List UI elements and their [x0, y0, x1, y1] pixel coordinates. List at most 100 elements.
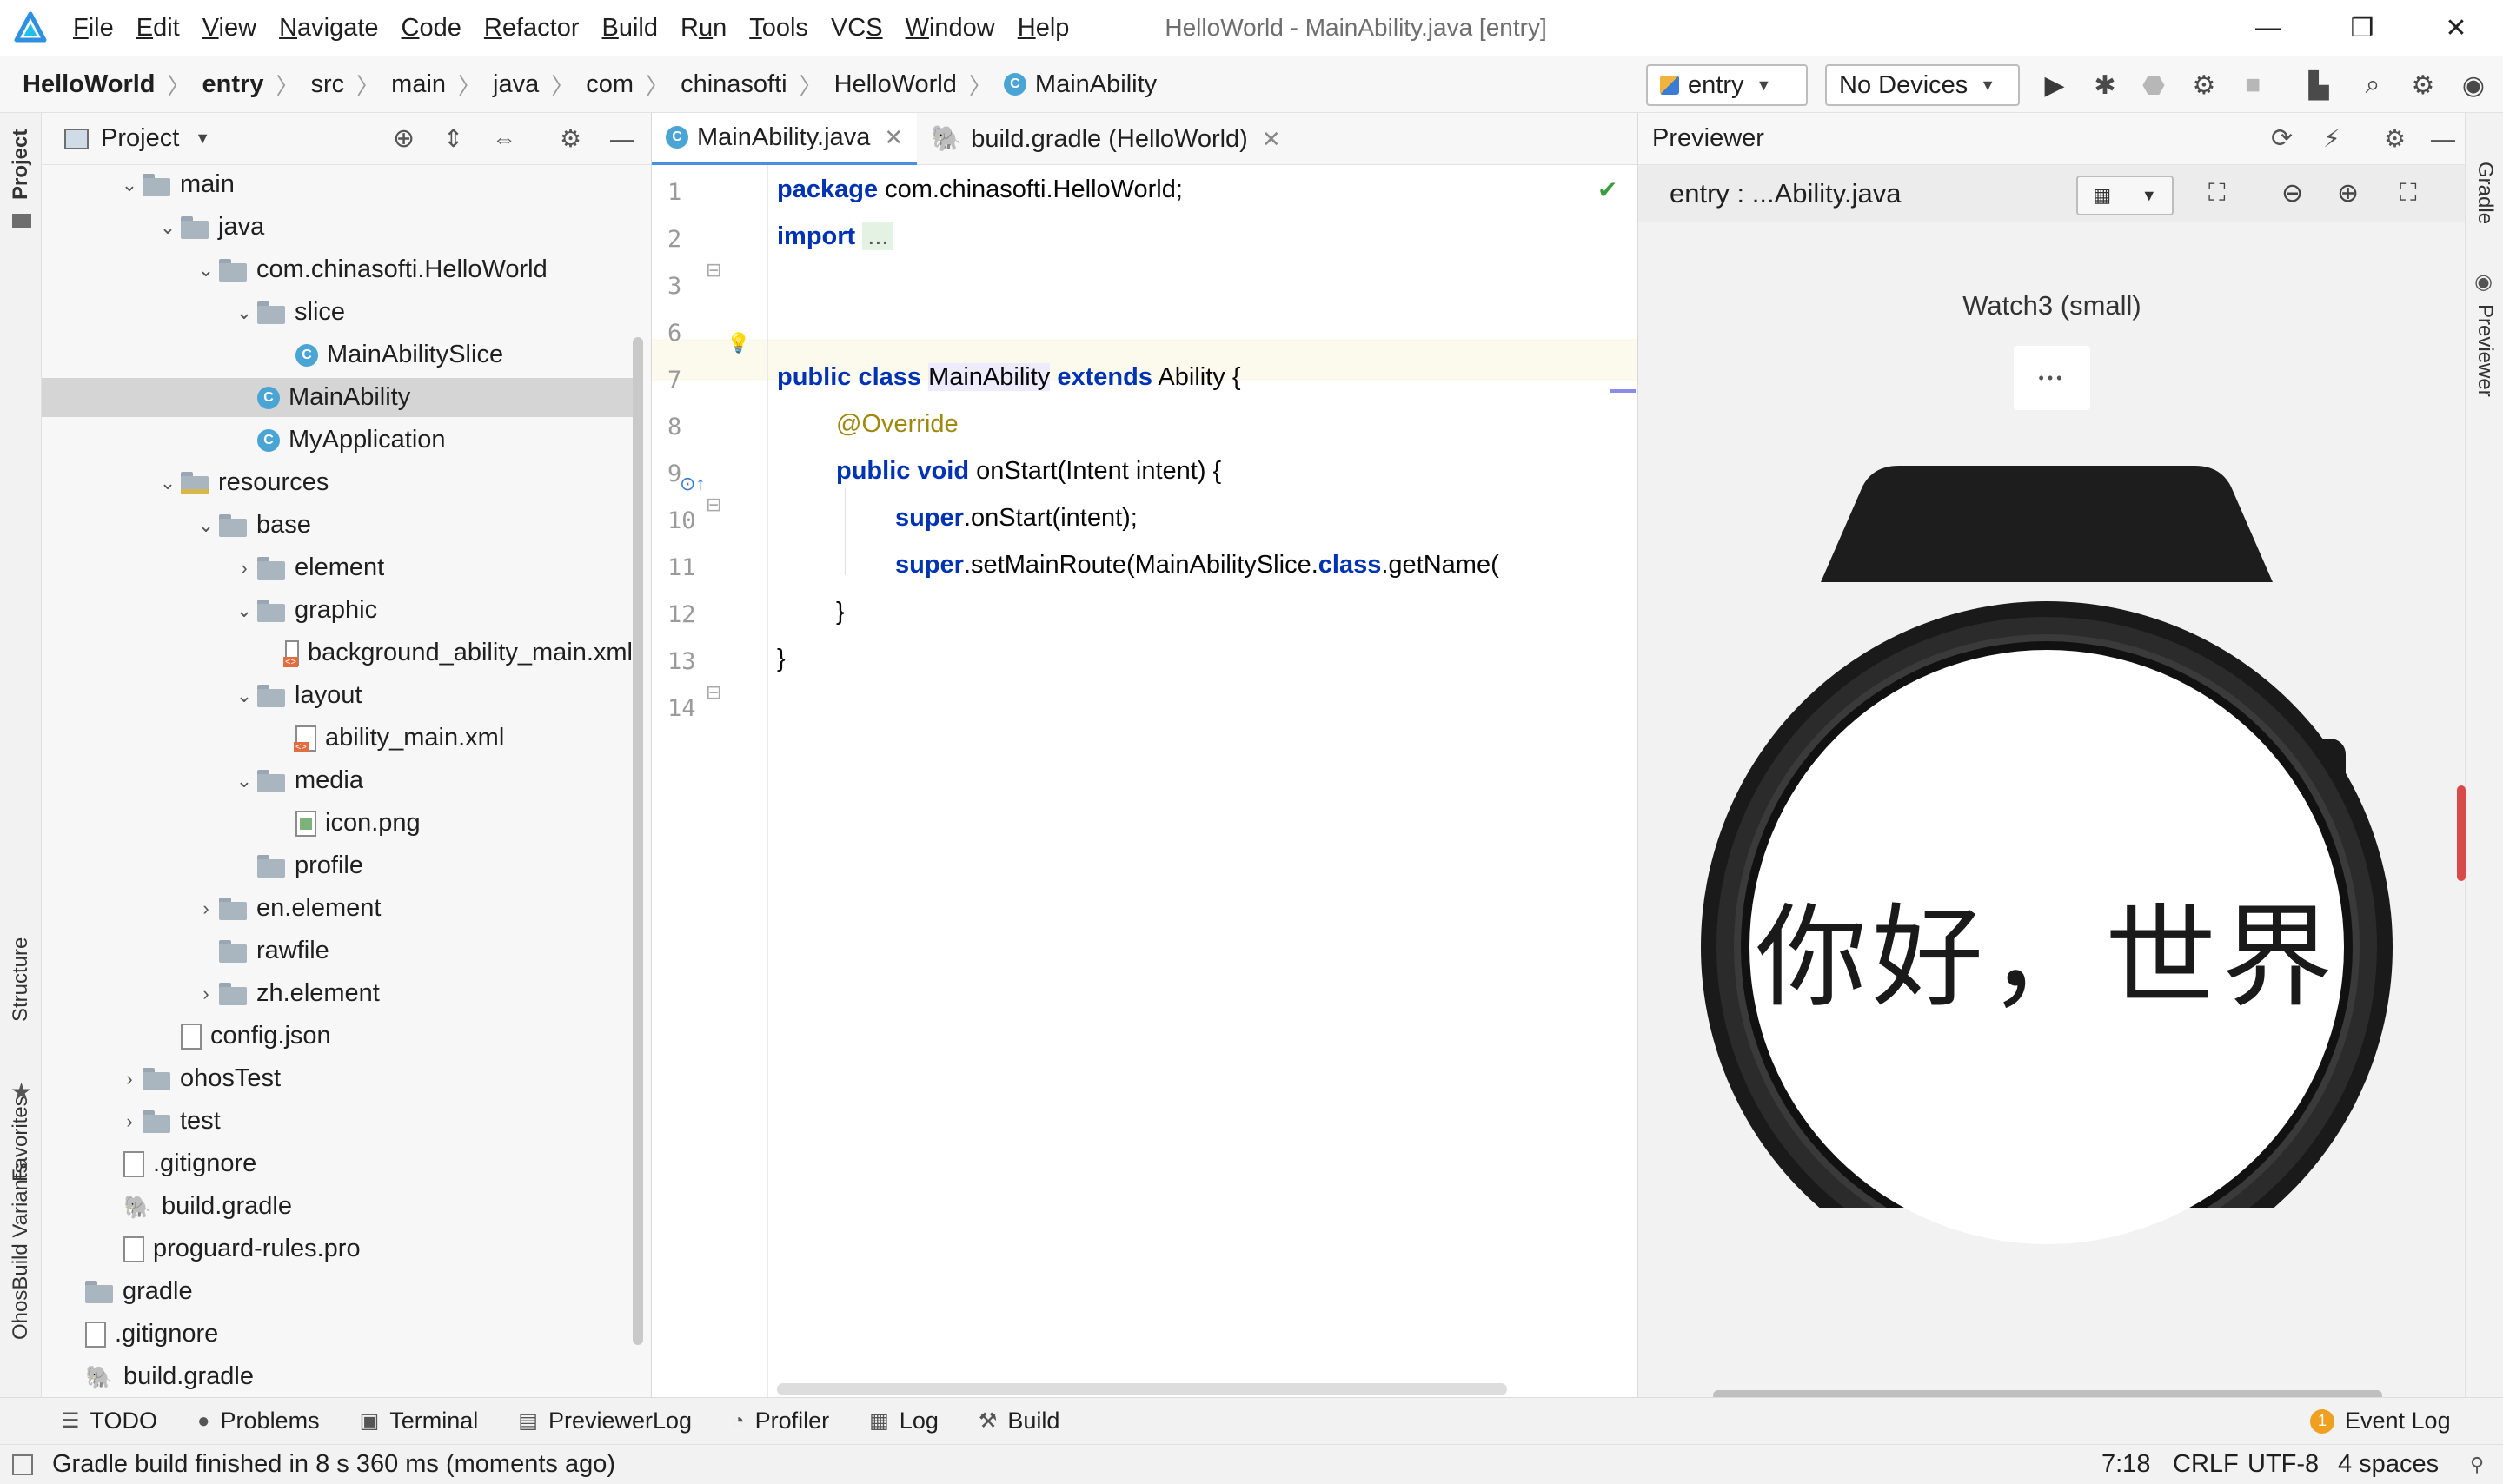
menu-item[interactable]: Tools	[749, 14, 808, 43]
project-structure-icon[interactable]: ▙	[2303, 70, 2334, 101]
tree-item[interactable]: ability_main.xml	[42, 719, 633, 758]
zoom-in-icon[interactable]: ⊕	[2337, 178, 2359, 209]
indent-setting[interactable]: 4 spaces	[2338, 1450, 2439, 1479]
bulb-icon[interactable]: 💡	[727, 332, 750, 354]
minimize-button[interactable]: —	[2221, 0, 2315, 56]
tool-window-tab[interactable]: ● Problems	[197, 1408, 320, 1434]
menu-item[interactable]: Code	[402, 14, 461, 43]
settings-icon[interactable]: ⚙	[2407, 70, 2439, 101]
status-message[interactable]: Gradle build finished in 8 s 360 ms (mom…	[52, 1450, 615, 1479]
breadcrumb-item[interactable]: com	[586, 70, 634, 99]
tree-item[interactable]: ⌄ main	[42, 165, 633, 204]
lock-icon[interactable]: ⚲	[2470, 1454, 2484, 1476]
override-icon[interactable]: ⊙↑	[680, 473, 705, 495]
device-combo[interactable]: No Devices ▼	[1825, 64, 2020, 106]
close-tab-icon[interactable]: ✕	[1262, 126, 1281, 153]
previewer-stripe-tab[interactable]: Previewer	[2473, 304, 2497, 397]
chevron-down-icon[interactable]: ⌄	[231, 600, 257, 622]
chevron-down-icon[interactable]: ⌄	[193, 259, 219, 282]
expand-all-icon[interactable]: ⇕	[443, 124, 463, 153]
chevron-down-icon[interactable]: ▼	[195, 129, 210, 148]
rotate-icon[interactable]: ⛶	[2208, 179, 2226, 208]
status-toggle-icon[interactable]	[12, 1454, 33, 1475]
module-combo[interactable]: entry ▼	[1646, 64, 1808, 106]
chevron-down-icon[interactable]: ⌄	[231, 301, 257, 324]
layout-mode-combo[interactable]: ▦ ▼	[2076, 176, 2174, 215]
menu-item[interactable]: Navigate	[279, 14, 378, 43]
tree-item[interactable]: proguard-rules.pro	[42, 1229, 633, 1269]
gradle-stripe-tab[interactable]: Gradle	[2473, 162, 2497, 224]
chevron-right-icon[interactable]: ›	[116, 1068, 143, 1090]
fold-icon[interactable]: ⊟	[706, 681, 721, 704]
line-separator[interactable]: CRLF	[2173, 1450, 2239, 1479]
tree-item[interactable]: ⌄ media	[42, 761, 633, 800]
debug-icon[interactable]: ✱	[2089, 70, 2121, 101]
breadcrumb-item[interactable]: C MainAbility	[1003, 70, 1157, 99]
tree-item[interactable]: background_ability_main.xml	[42, 633, 633, 672]
chevron-down-icon[interactable]: ⌄	[116, 174, 143, 196]
tree-item[interactable]: config.json	[42, 1017, 633, 1056]
previewer-scrollbar-v[interactable]	[2457, 785, 2466, 881]
breadcrumb-item[interactable]: HelloWorld	[23, 70, 156, 99]
plugin-icon[interactable]: ⚡	[2323, 124, 2340, 153]
tool-window-tab[interactable]: ⚒ Build	[979, 1408, 1060, 1434]
tool-window-tab[interactable]: ◔ Profiler	[732, 1408, 829, 1434]
breadcrumb-item[interactable]: main	[391, 70, 446, 99]
previewer-profile[interactable]: entry : ...Ability.java	[1670, 178, 1901, 209]
tree-item[interactable]: C MyApplication	[42, 421, 633, 460]
event-log-button[interactable]: 1 Event Log	[2310, 1408, 2451, 1434]
tree-item[interactable]: .gitignore	[42, 1144, 633, 1183]
menu-item[interactable]: Run	[681, 14, 727, 43]
horizontal-scrollbar[interactable]	[777, 1383, 1507, 1395]
menu-item[interactable]: File	[73, 14, 114, 43]
tool-window-tab[interactable]: ▤ PreviewerLog	[518, 1408, 692, 1434]
tree-item[interactable]: 🐘 build.gradle	[42, 1357, 633, 1396]
chevron-right-icon[interactable]: ›	[193, 898, 219, 920]
chevron-down-icon[interactable]: ⌄	[155, 216, 181, 239]
tree-item[interactable]: ⌄ layout	[42, 676, 633, 715]
tree-item[interactable]: › en.element	[42, 889, 633, 928]
ohos-build-variants-stripe-tab[interactable]: OhosBuild Variants	[9, 1163, 33, 1340]
search-icon[interactable]: ⌕	[2357, 70, 2388, 101]
restore-button[interactable]: ❐	[2315, 0, 2409, 56]
tree-item[interactable]: › test	[42, 1102, 633, 1141]
chevron-down-icon[interactable]: ⌄	[231, 685, 257, 707]
tab-mainability-java[interactable]: C MainAbility.java ✕	[652, 113, 918, 165]
fold-icon[interactable]: ⊟	[706, 494, 721, 516]
file-encoding[interactable]: UTF-8	[2247, 1450, 2319, 1479]
chevron-right-icon[interactable]: ›	[193, 983, 219, 1005]
project-panel-title[interactable]: Project	[101, 124, 179, 153]
menu-item[interactable]: Help	[1018, 14, 1070, 43]
breadcrumb-item[interactable]: entry	[202, 70, 264, 99]
chevron-right-icon[interactable]: ›	[231, 557, 257, 580]
tool-window-tab[interactable]: ☰ TODO	[61, 1408, 157, 1434]
tree-item[interactable]: C MainAbility	[42, 378, 633, 417]
tree-item[interactable]: ⌄ resources	[42, 463, 633, 502]
tree-item[interactable]: .gitignore	[42, 1315, 633, 1354]
settings-icon[interactable]: ⚙	[2384, 124, 2406, 153]
run-icon[interactable]: ▶	[2039, 70, 2070, 101]
tree-item[interactable]: ⌄ base	[42, 506, 633, 545]
menu-item[interactable]: Build	[602, 14, 659, 43]
structure-stripe-tab[interactable]: Structure	[9, 937, 33, 1022]
tree-item[interactable]: ⌄ slice	[42, 293, 633, 332]
hide-panel-icon[interactable]: —	[2431, 125, 2455, 153]
menu-item[interactable]: Refactor	[484, 14, 580, 43]
tree-item[interactable]: profile	[42, 846, 633, 885]
tree-item[interactable]: icon.png	[42, 804, 633, 843]
menu-item[interactable]: VCS	[831, 14, 883, 43]
tree-item[interactable]: › ohosTest	[42, 1059, 633, 1098]
chevron-down-icon[interactable]: ⌄	[193, 514, 219, 537]
breadcrumb-item[interactable]: java	[493, 70, 539, 99]
device-more-button[interactable]: •••	[2014, 346, 2090, 410]
tree-item[interactable]: C MainAbilitySlice	[42, 335, 633, 374]
account-icon[interactable]: ◉	[2458, 70, 2489, 101]
tree-item[interactable]: › element	[42, 548, 633, 587]
tree-item[interactable]: ⌄ graphic	[42, 591, 633, 630]
refresh-icon[interactable]: ⟳	[2271, 123, 2293, 154]
locate-icon[interactable]: ⊕	[393, 123, 415, 154]
breadcrumb-item[interactable]: src	[310, 70, 344, 99]
close-button[interactable]: ✕	[2409, 0, 2503, 56]
menu-item[interactable]: Edit	[136, 14, 180, 43]
hide-panel-icon[interactable]: —	[610, 125, 634, 153]
